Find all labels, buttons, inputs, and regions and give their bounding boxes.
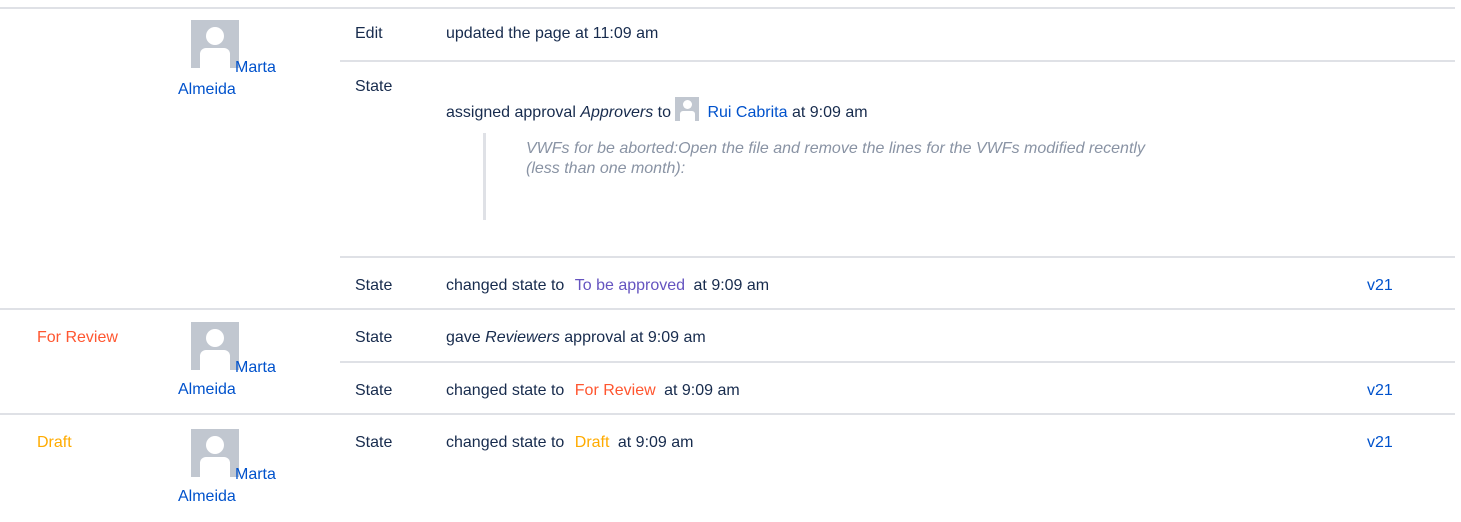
entry-description: changed state to To be approved at 9:09 … [446,277,770,294]
divider [0,7,1455,9]
approval-name: Reviewers [485,329,560,346]
assignee-link[interactable]: Rui Cabrita [707,104,787,121]
version-link[interactable]: v21 [1367,382,1393,400]
entry-description: gave Reviewers approval at 9:09 am [446,329,706,346]
comment-text: VWFs for be aborted:Open the file and re… [526,140,1145,177]
version-link[interactable]: v21 [1367,277,1393,295]
comment-quote: VWFs for be aborted:Open the file and re… [483,133,1146,220]
state-badge: For Review [574,382,656,399]
state-badge: To be approved [574,277,686,294]
version-link[interactable]: v21 [1367,434,1393,452]
state-badge: Draft [574,434,610,451]
entry-type: State [355,329,393,346]
group-state-label: Draft [37,434,72,451]
divider [340,256,1455,258]
author-link[interactable]: Marta Almeida [178,57,298,101]
divider [0,308,1455,310]
entry-description: changed state to For Review at 9:09 am [446,382,740,399]
entry-description: assigned approval Approvers to Rui Cabri… [446,97,868,122]
approval-name: Approvers [580,104,654,121]
entry-type: State [355,78,393,95]
entry-type: Edit [355,25,383,42]
divider [340,60,1455,62]
entry-type: State [355,434,393,451]
divider [340,361,1455,363]
entry-description: changed state to Draft at 9:09 am [446,434,694,451]
user-avatar-icon[interactable] [675,97,700,121]
author-link[interactable]: Marta Almeida [178,464,298,508]
divider [0,413,1455,415]
entry-description: updated the page at 11:09 am [446,25,659,42]
group-state-label: For Review [37,329,118,346]
author-link[interactable]: Marta Almeida [178,357,298,401]
entry-type: State [355,277,393,294]
entry-type: State [355,382,393,399]
